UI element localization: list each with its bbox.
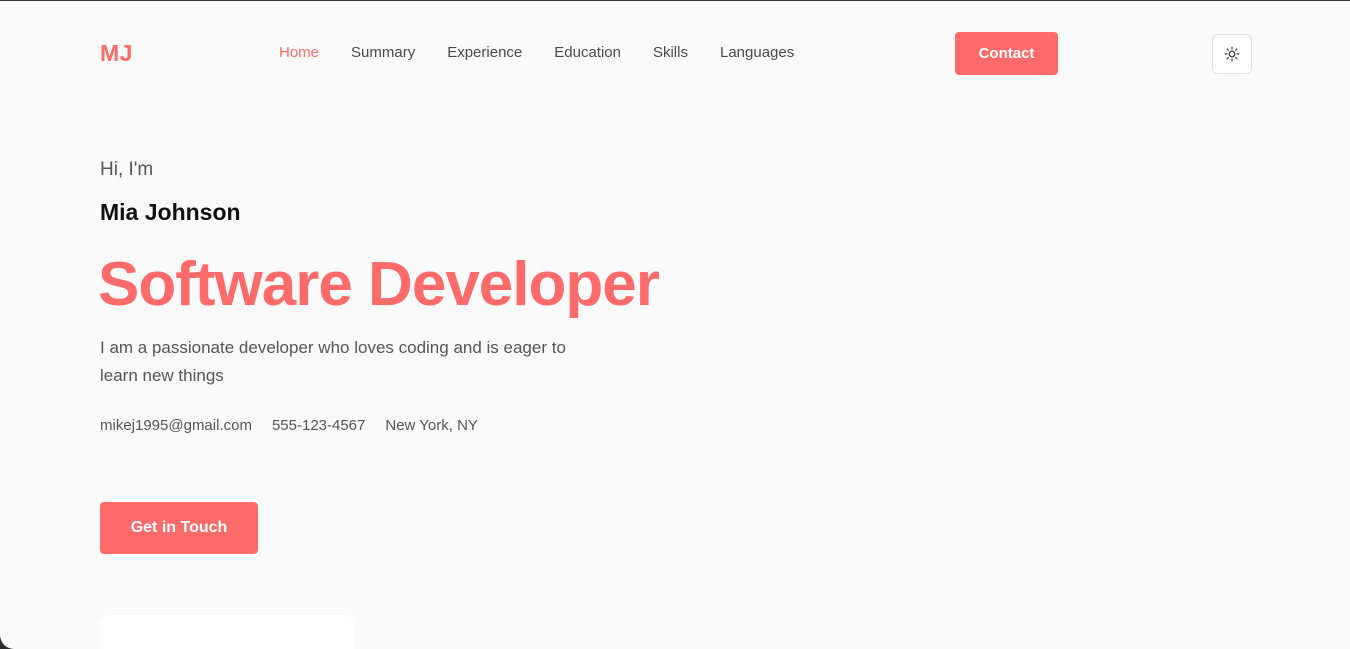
contact-location: New York, NY bbox=[385, 417, 478, 434]
hero-name: Mia Johnson bbox=[100, 199, 241, 225]
main-nav: Home Summary Experience Education Skills… bbox=[279, 43, 794, 63]
nav-item-languages[interactable]: Languages bbox=[720, 43, 794, 63]
logo[interactable]: MJ bbox=[100, 39, 133, 67]
sun-icon bbox=[1224, 46, 1240, 62]
contact-info: mikej1995@gmail.com 555-123-4567 New Yor… bbox=[100, 416, 478, 436]
contact-phone: 555-123-4567 bbox=[271, 417, 366, 434]
hero-role: Software Developer bbox=[98, 250, 660, 319]
profile-card bbox=[100, 615, 354, 649]
theme-toggle-button[interactable] bbox=[1212, 34, 1252, 74]
nav-item-summary[interactable]: Summary bbox=[351, 43, 415, 63]
nav-item-skills[interactable]: Skills bbox=[653, 43, 688, 63]
nav-item-education[interactable]: Education bbox=[554, 43, 621, 63]
portfolio-page: MJ Home Summary Experience Education Ski… bbox=[0, 0, 1350, 649]
hero-bio: I am a passionate developer who loves co… bbox=[100, 338, 566, 385]
nav-item-experience[interactable]: Experience bbox=[447, 43, 522, 63]
contact-email: mikej1995@gmail.com bbox=[100, 417, 252, 434]
hero-greeting: Hi, I'm bbox=[100, 159, 154, 180]
get-in-touch-button[interactable]: Get in Touch bbox=[100, 502, 258, 554]
contact-button[interactable]: Contact bbox=[955, 32, 1058, 75]
nav-item-home[interactable]: Home bbox=[279, 43, 319, 63]
